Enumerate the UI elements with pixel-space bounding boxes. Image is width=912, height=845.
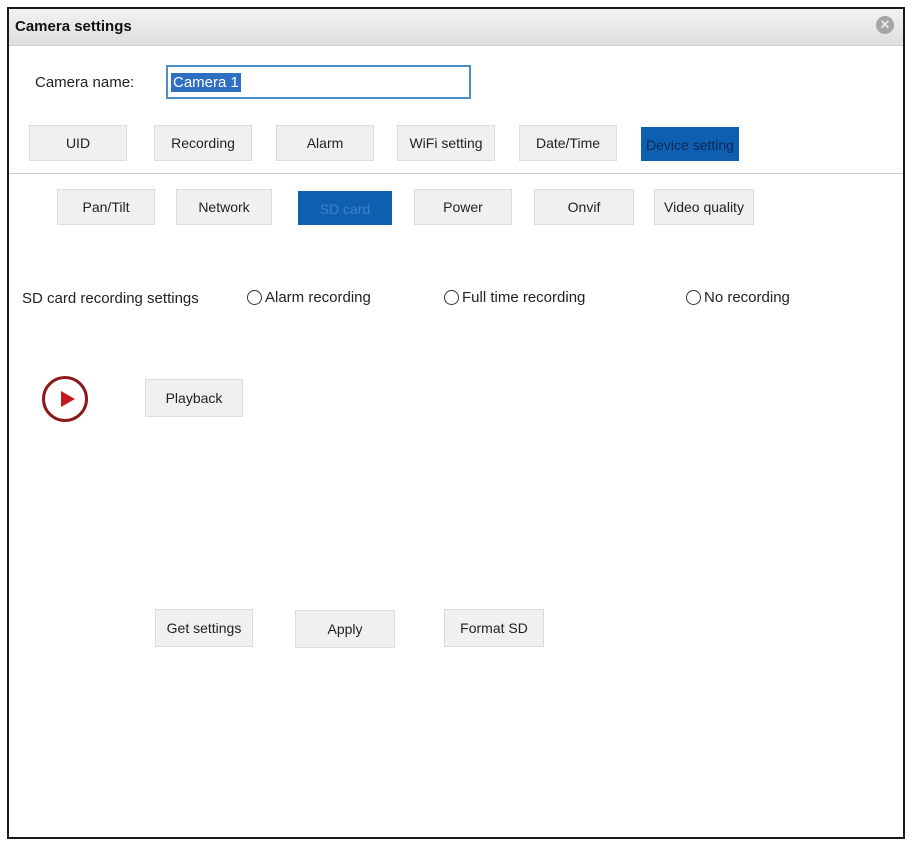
get-settings-button[interactable]: Get settings xyxy=(155,609,253,647)
subtab-network[interactable]: Network xyxy=(176,189,272,225)
tab-alarm[interactable]: Alarm xyxy=(276,125,374,161)
subtab-pan-tilt[interactable]: Pan/Tilt xyxy=(57,189,155,225)
tab-divider xyxy=(9,173,903,174)
subtab-video-quality[interactable]: Video quality xyxy=(654,189,754,225)
radio-full-time-recording[interactable]: Full time recording xyxy=(444,289,585,306)
camera-name-input[interactable] xyxy=(166,65,471,99)
sd-recording-settings-label: SD card recording settings xyxy=(22,290,199,307)
radio-no-recording-label: No recording xyxy=(704,289,790,306)
tab-uid[interactable]: UID xyxy=(29,125,127,161)
radio-circle-icon xyxy=(686,290,701,305)
play-icon[interactable] xyxy=(42,376,88,422)
subtab-sd-card[interactable]: SD card xyxy=(298,191,392,225)
radio-alarm-recording-label: Alarm recording xyxy=(265,289,371,306)
camera-name-label: Camera name: xyxy=(35,74,135,91)
tab-date-time[interactable]: Date/Time xyxy=(519,125,617,161)
tab-device-setting[interactable]: Device setting xyxy=(641,127,739,161)
radio-full-time-recording-label: Full time recording xyxy=(462,289,586,306)
subtab-onvif[interactable]: Onvif xyxy=(534,189,634,225)
playback-button[interactable]: Playback xyxy=(145,379,243,417)
radio-circle-icon xyxy=(444,290,459,305)
close-icon[interactable]: ✕ xyxy=(876,16,894,34)
subtab-power[interactable]: Power xyxy=(414,189,512,225)
tab-wifi-setting[interactable]: WiFi setting xyxy=(397,125,495,161)
apply-button[interactable]: Apply xyxy=(295,610,395,648)
radio-circle-icon xyxy=(247,290,262,305)
radio-no-recording[interactable]: No recording xyxy=(686,289,790,306)
tab-recording[interactable]: Recording xyxy=(154,125,252,161)
title-bar: Camera settings ✕ xyxy=(9,9,903,46)
radio-alarm-recording[interactable]: Alarm recording xyxy=(247,289,371,306)
camera-settings-window: Camera settings ✕ Camera name: Camera 1 … xyxy=(7,7,905,839)
window-title: Camera settings xyxy=(15,18,132,35)
format-sd-button[interactable]: Format SD xyxy=(444,609,544,647)
